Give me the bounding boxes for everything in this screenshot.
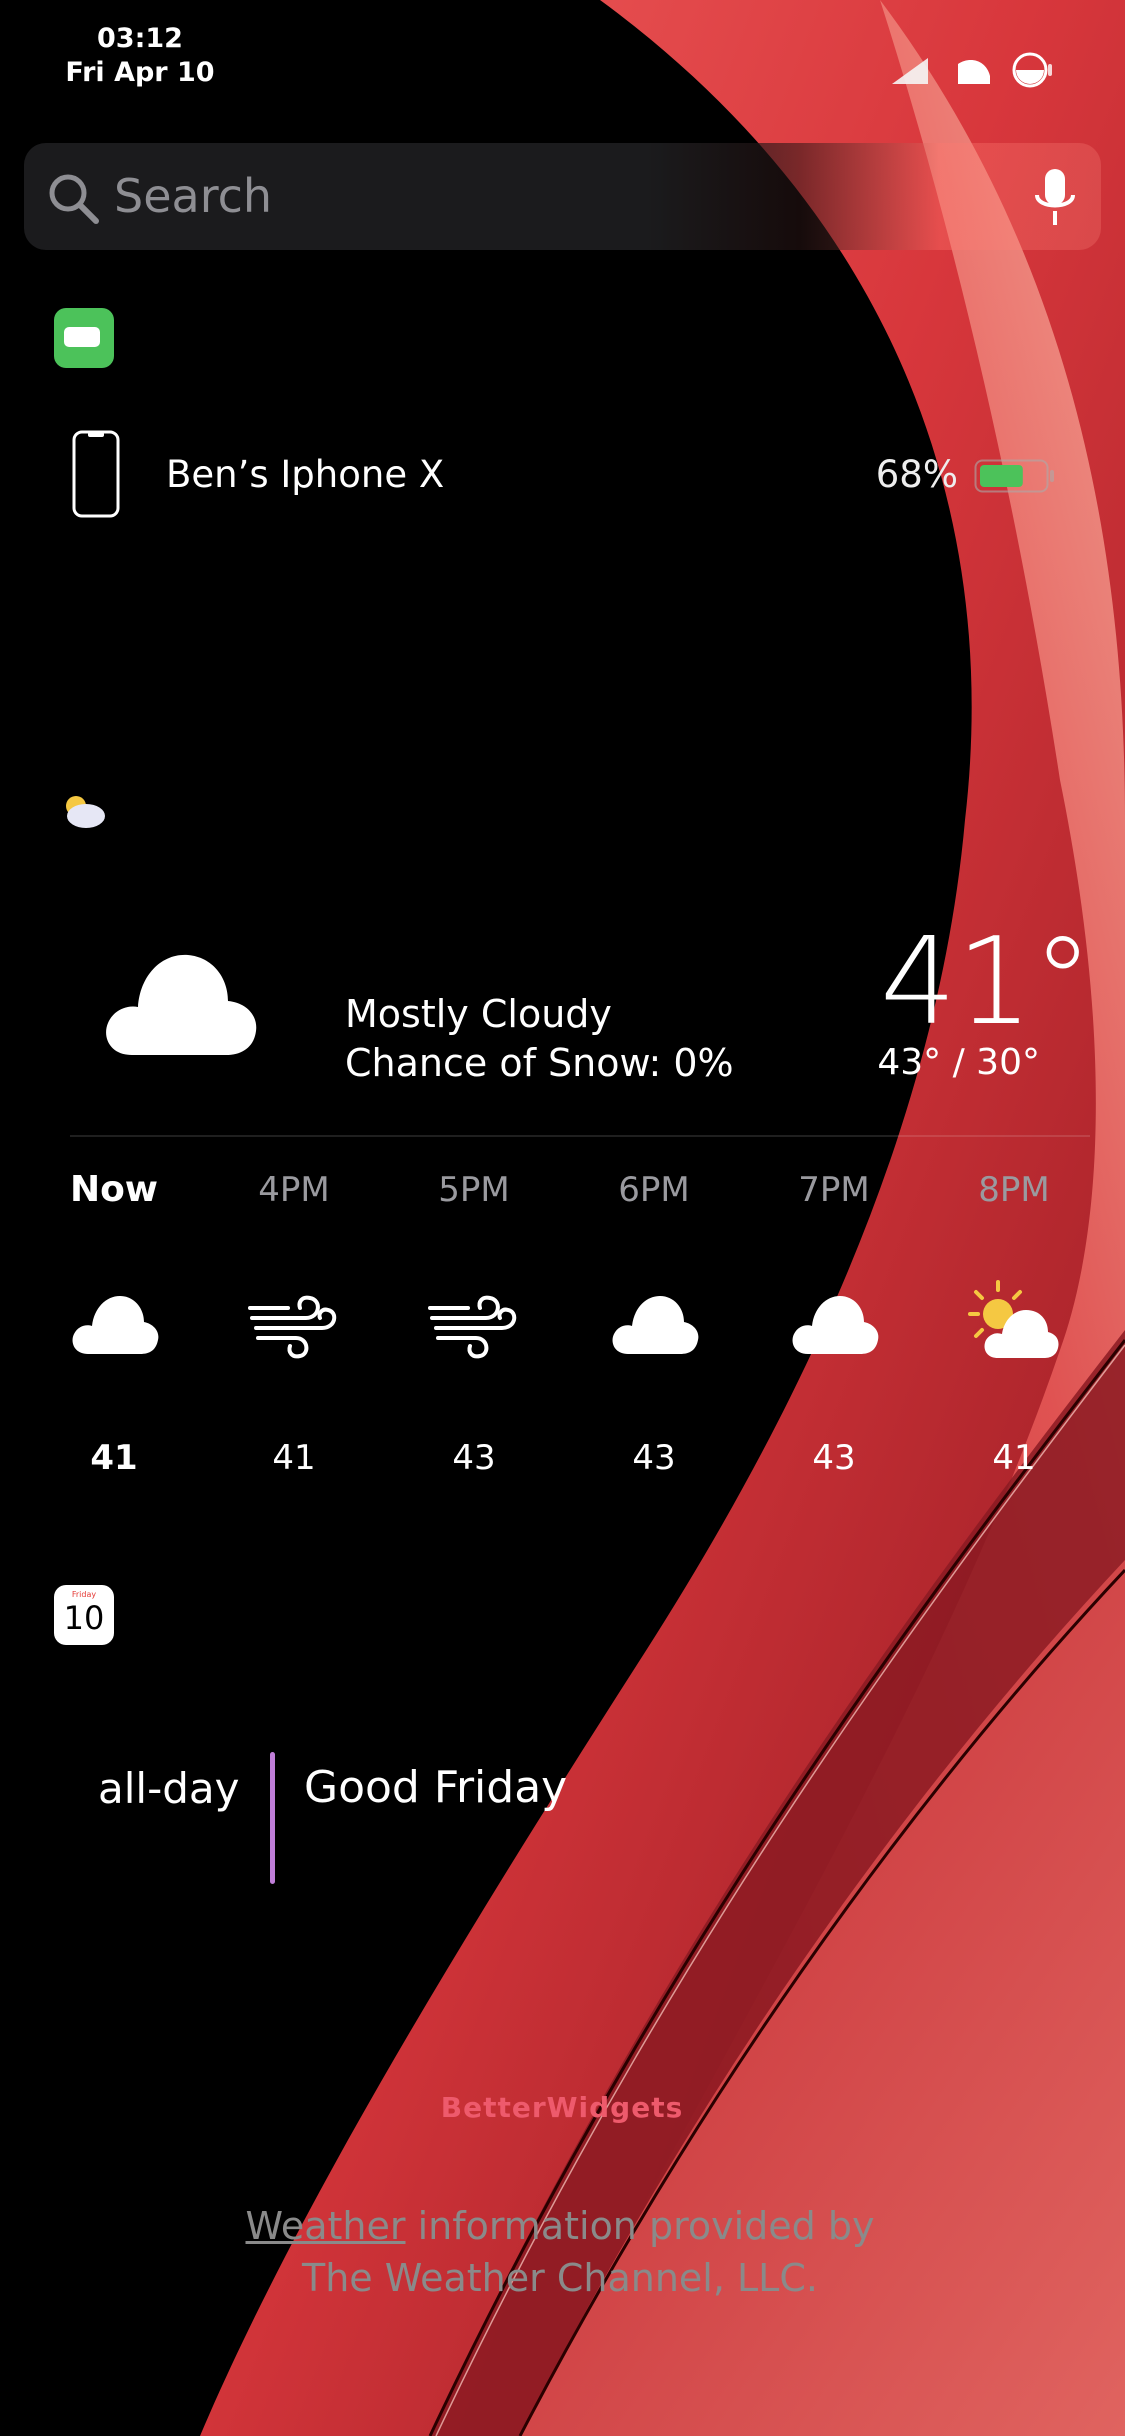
hour-temp: 41 [992,1438,1036,1478]
event-color-bar [270,1752,275,1884]
hour-temp: 43 [632,1438,676,1478]
hour-temp: 43 [452,1438,496,1478]
hour-temp: 43 [812,1438,856,1478]
cloud-icon [106,954,257,1055]
status-icons [892,52,1052,88]
microphone-icon[interactable] [1033,167,1077,229]
event-time: all-day [98,1764,240,1813]
snow-chance: Chance of Snow: 0% [345,1041,734,1085]
hour-temp: 41 [90,1438,138,1478]
calendar-icon-date: 10 [63,1599,105,1637]
weather-widget-icon[interactable] [60,792,108,830]
temperature-range: 43° / 30° [877,1042,1040,1083]
cellular-signal-icon [892,58,928,84]
divider [70,1135,1090,1137]
hour-label: 7PM [798,1170,870,1210]
current-temperature: 41° [880,913,1093,1052]
hourly-forecast: Now 41 4PM 41 5PM 43 6PM 43 7PM 43 8PM 4… [24,1168,1104,1478]
iphone-icon [72,430,120,518]
battery-level-icon [974,459,1054,493]
cloud-icon [792,1296,879,1354]
hour-label: 5PM [438,1170,510,1210]
hour-label: 8PM [978,1170,1050,1210]
cloud-icon [612,1296,699,1354]
weather-link[interactable]: Weather [246,2204,406,2248]
wifi-icon [958,60,990,84]
batteries-widget-icon[interactable] [54,308,114,368]
status-time: 03:12 [97,23,183,54]
hour-label: Now [69,1169,159,1210]
partly-sunny-icon [968,1280,1059,1358]
search-bar[interactable]: Search [24,143,1101,250]
calendar-widget-icon[interactable]: Friday 10 [54,1585,114,1645]
weather-credit: Weather information provided by [160,2200,960,2252]
search-input[interactable]: Search [114,167,272,225]
event-title[interactable]: Good Friday [304,1760,567,1816]
wind-icon [428,1295,517,1359]
battery-percent: 68% [875,453,958,496]
wind-icon [248,1295,337,1359]
weather-condition: Mostly Cloudy [345,992,612,1036]
status-date: Fri Apr 10 [65,57,215,88]
weather-credit-provider: The Weather Channel, LLC. [302,2256,818,2300]
device-name: Ben’s Iphone X [166,453,445,496]
brand-label: BetterWidgets [440,2091,684,2124]
hour-label: 4PM [258,1170,330,1210]
cloud-icon [72,1296,159,1354]
credit-text: information provided by [405,2204,875,2248]
search-icon [49,174,99,224]
hour-label: 6PM [618,1170,690,1210]
hour-temp: 41 [272,1438,316,1478]
status-battery-icon [1012,52,1052,88]
